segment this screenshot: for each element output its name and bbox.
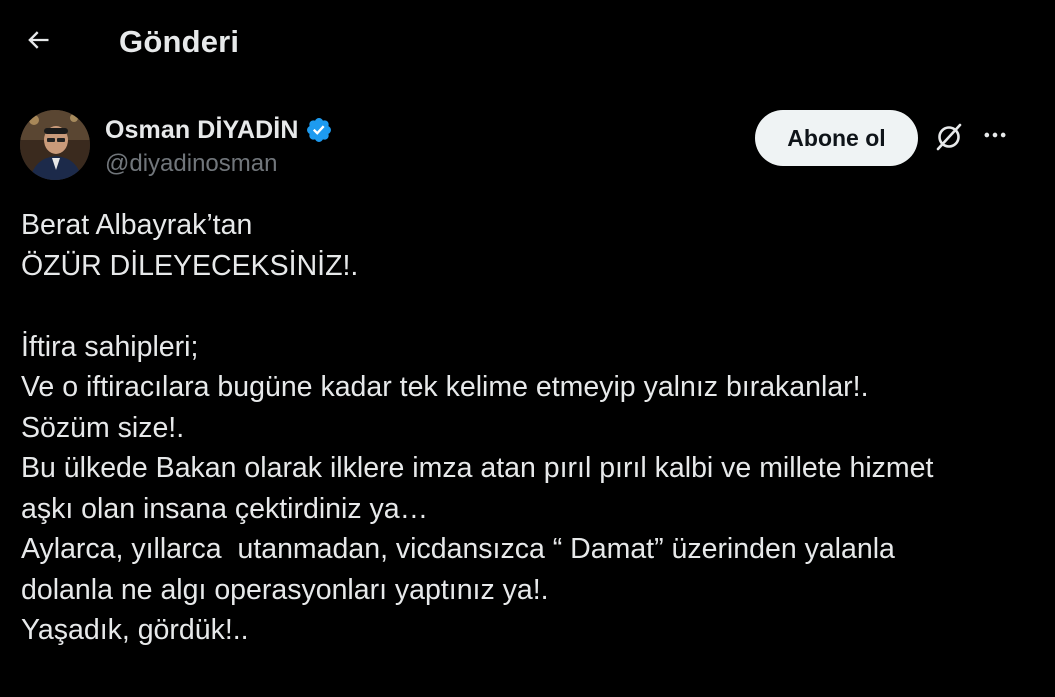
tweet-line: Sözüm size!. [21,411,185,444]
tweet-line: dolanla ne algı operasyonları yaptınız y… [21,573,549,606]
tweet-line: Bu ülkede Bakan olarak ilklere imza atan… [21,452,934,484]
page-title: Gönderi [119,24,240,59]
tweet-line [21,286,1031,327]
tweet-line: ÖZÜR DİLEYECEKSİNİZ!. [21,249,359,282]
tweet-line: İftira sahipleri; [21,330,199,363]
more-options-button[interactable] [978,120,1012,154]
follow-button[interactable]: Abone ol [755,110,918,166]
back-button[interactable] [18,22,58,62]
verified-badge-icon [305,115,335,145]
grok-button[interactable] [930,120,968,158]
avatar[interactable] [20,110,90,180]
author-name-row: Osman DİYADİN [105,114,335,146]
arrow-left-icon [24,26,52,59]
tweet-line: Ve o iftiracılara bugüne kadar tek kelim… [21,371,869,403]
page-header: Gönderi [0,0,1055,84]
more-horizontal-icon [981,121,1009,154]
tweet-text: Berat Albayrak’tan ÖZÜR DİLEYECEKSİNİZ!.… [21,205,1031,651]
tweet-line: Aylarca, yıllarca utanmadan, vicdansızca… [21,533,895,565]
tweet-line: Berat Albayrak’tan [21,209,253,241]
tweet-detail-page: Gönderi Osman DİYADİN @diyadinosman Abon… [0,0,1055,697]
tweet-line: aşkı olan insana çektirdiniz ya… [21,492,429,525]
author-name[interactable]: Osman DİYADİN [105,116,299,145]
author-handle[interactable]: @diyadinosman [105,149,277,179]
tweet-line: Yaşadık, gördük!.. [21,614,249,646]
follow-button-label: Abone ol [787,124,886,151]
grok-icon [933,121,965,158]
